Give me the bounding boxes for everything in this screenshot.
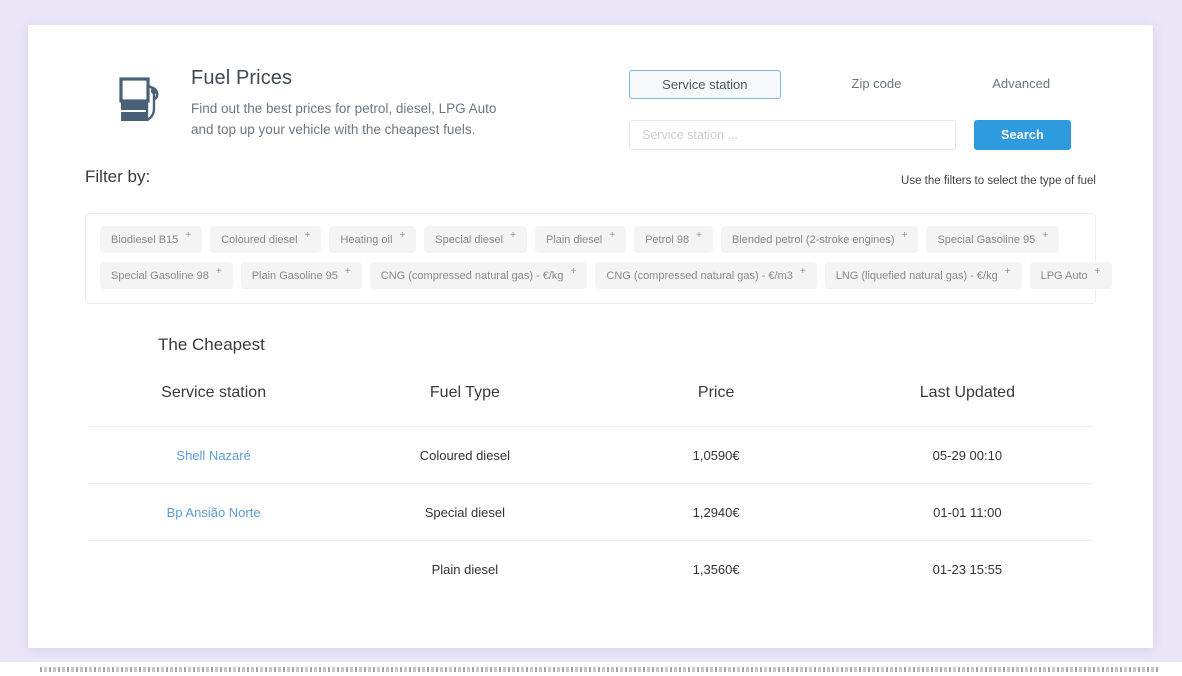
cell-price: 1,2940€ bbox=[590, 483, 842, 541]
filter-chip[interactable]: Coloured diesel + bbox=[210, 226, 322, 253]
filter-chip[interactable]: Blended petrol (2-stroke engines) + bbox=[720, 226, 919, 253]
cell-service-station bbox=[88, 541, 339, 598]
filter-chip-label: LNG (liquefied natural gas) - €/kg bbox=[835, 269, 998, 282]
filter-chip[interactable]: Biodiesel B15 + bbox=[100, 226, 203, 253]
page-subtitle: Find out the best prices for petrol, die… bbox=[191, 101, 497, 137]
filter-chip-label: CNG (compressed natural gas) - €/kg bbox=[380, 269, 564, 282]
filter-hint-text: Use the filters to select the type of fu… bbox=[901, 175, 1096, 187]
filter-chip[interactable]: CNG (compressed natural gas) - €/kg + bbox=[369, 262, 588, 289]
cell-last-updated: 01-23 15:55 bbox=[932, 561, 1003, 577]
plus-icon: + bbox=[304, 230, 311, 241]
filter-chip-label: Petrol 98 bbox=[645, 233, 690, 246]
cell-price: 1,0590€ bbox=[590, 426, 842, 484]
cell-service-station: Shell Nazaré bbox=[88, 426, 340, 484]
cheapest-table-section: The Cheapest Service station Fuel Type P… bbox=[88, 335, 1093, 598]
filter-chip-row: Special Gasoline 98 + Plain Gasoline 95 + … bbox=[100, 262, 1112, 289]
filter-chip[interactable]: Special Gasoline 95 + bbox=[926, 226, 1060, 253]
fuel-prices-card: Fuel Prices Find out the best prices for… bbox=[28, 25, 1153, 648]
filter-chip[interactable]: Plain diesel + bbox=[534, 226, 627, 253]
filter-chip-label: Special diesel bbox=[435, 233, 504, 246]
table-title: The Cheapest bbox=[158, 335, 265, 354]
filter-chip-label: Coloured diesel bbox=[221, 233, 298, 246]
filter-chip[interactable]: Special diesel + bbox=[424, 226, 527, 253]
filter-chip-label: Plain Gasoline 95 bbox=[251, 269, 338, 282]
search-input[interactable] bbox=[629, 120, 956, 150]
filter-chip-label: Special Gasoline 98 bbox=[111, 269, 209, 282]
station-link[interactable]: Shell Nazaré bbox=[176, 448, 250, 463]
tab-zip-code[interactable]: Zip code bbox=[827, 70, 927, 99]
filter-chip-container: Biodiesel B15 + Coloured diesel + Heating … bbox=[85, 213, 1112, 304]
plus-icon: + bbox=[609, 230, 616, 241]
cell-last-updated: 01-01 11:00 bbox=[841, 483, 1093, 541]
brand-text: Fuel Prices Find out the best prices for… bbox=[191, 65, 521, 141]
plus-icon: + bbox=[799, 266, 806, 277]
cell-fuel-type: Special diesel bbox=[339, 483, 591, 541]
page-title: Fuel Prices bbox=[191, 67, 293, 89]
plus-icon: + bbox=[215, 266, 222, 277]
filter-chip[interactable]: Petrol 98 + bbox=[634, 226, 713, 253]
filter-chip[interactable]: Special Gasoline 98 + bbox=[100, 262, 233, 289]
filter-chip[interactable]: CNG (compressed natural gas) - €/m3 + bbox=[595, 262, 817, 289]
plus-icon: + bbox=[696, 230, 702, 241]
search-row: Search bbox=[629, 120, 1071, 150]
filter-chip-label: Heating oil bbox=[340, 233, 393, 246]
cell-service-station: Bp Ansião Norte bbox=[88, 483, 340, 541]
filter-chip-label: Plain diesel bbox=[545, 233, 603, 246]
search-panel: Service station Zip code Advanced Search bbox=[601, 70, 1071, 150]
filter-chip[interactable]: LPG Auto + bbox=[1029, 262, 1112, 289]
filter-chip-label: Biodiesel B15 bbox=[111, 233, 179, 246]
cell-fuel-type: Plain diesel bbox=[431, 561, 499, 577]
plus-icon: + bbox=[344, 266, 351, 277]
fuel-pump-icon bbox=[119, 77, 159, 122]
column-header-last-updated: Last Updated bbox=[841, 384, 1093, 427]
filter-chip-label: LPG Auto bbox=[1040, 269, 1088, 282]
table-row: Shell Nazaré Coloured diesel 1,0590€ 05-… bbox=[88, 426, 1093, 484]
tab-advanced[interactable]: Advanced bbox=[971, 70, 1071, 99]
plus-icon: + bbox=[570, 266, 577, 277]
table-header-row: Service station Fuel Type Price Last Upd… bbox=[88, 384, 1093, 427]
cell-fuel-type: Coloured diesel bbox=[339, 426, 591, 484]
plus-icon: + bbox=[185, 230, 192, 241]
table-row: Plain diesel 1,3560€ 01-23 15:55 bbox=[88, 541, 1093, 598]
plus-icon: + bbox=[1094, 266, 1101, 277]
plus-icon: + bbox=[901, 230, 908, 241]
page-header: Fuel Prices Find out the best prices for… bbox=[28, 25, 1153, 167]
cheapest-prices-table: Service station Fuel Type Price Last Upd… bbox=[88, 384, 1093, 598]
search-tabs: Service station Zip code Advanced bbox=[601, 70, 1071, 99]
page-bottom-sliver bbox=[0, 662, 1182, 676]
search-button[interactable]: Search bbox=[973, 120, 1071, 150]
filter-chip-row: Biodiesel B15 + Coloured diesel + Heating … bbox=[100, 226, 1081, 253]
column-header-price: Price bbox=[590, 384, 842, 427]
filter-chip[interactable]: LNG (liquefied natural gas) - €/kg + bbox=[824, 262, 1022, 289]
tab-service-station[interactable]: Service station bbox=[629, 70, 781, 99]
filter-chip[interactable]: Heating oil + bbox=[329, 226, 417, 253]
column-header-service-station: Service station bbox=[88, 384, 340, 427]
filter-chip[interactable]: Plain Gasoline 95 + bbox=[240, 262, 362, 289]
filter-header: Filter by: Use the filters to select the… bbox=[85, 167, 1096, 197]
brand-block: Fuel Prices Find out the best prices for… bbox=[113, 65, 521, 141]
plus-icon: + bbox=[510, 230, 516, 241]
filter-chip-label: Special Gasoline 95 bbox=[937, 233, 1036, 246]
cell-price: 1,3560€ bbox=[692, 561, 740, 577]
filter-by-label: Filter by: bbox=[85, 167, 151, 186]
plus-icon: + bbox=[1004, 266, 1011, 277]
filter-chip-label: Blended petrol (2-stroke engines) bbox=[731, 233, 895, 246]
bottom-sliver-texture bbox=[40, 667, 1160, 672]
column-header-fuel-type: Fuel Type bbox=[339, 384, 591, 427]
station-link[interactable]: Bp Ansião Norte bbox=[167, 505, 261, 520]
cell-last-updated: 05-29 00:10 bbox=[841, 426, 1093, 484]
plus-icon: + bbox=[1042, 230, 1049, 241]
filter-chip-label: CNG (compressed natural gas) - €/m3 bbox=[606, 269, 793, 282]
table-row: Bp Ansião Norte Special diesel 1,2940€ 0… bbox=[88, 483, 1093, 541]
plus-icon: + bbox=[399, 230, 406, 241]
